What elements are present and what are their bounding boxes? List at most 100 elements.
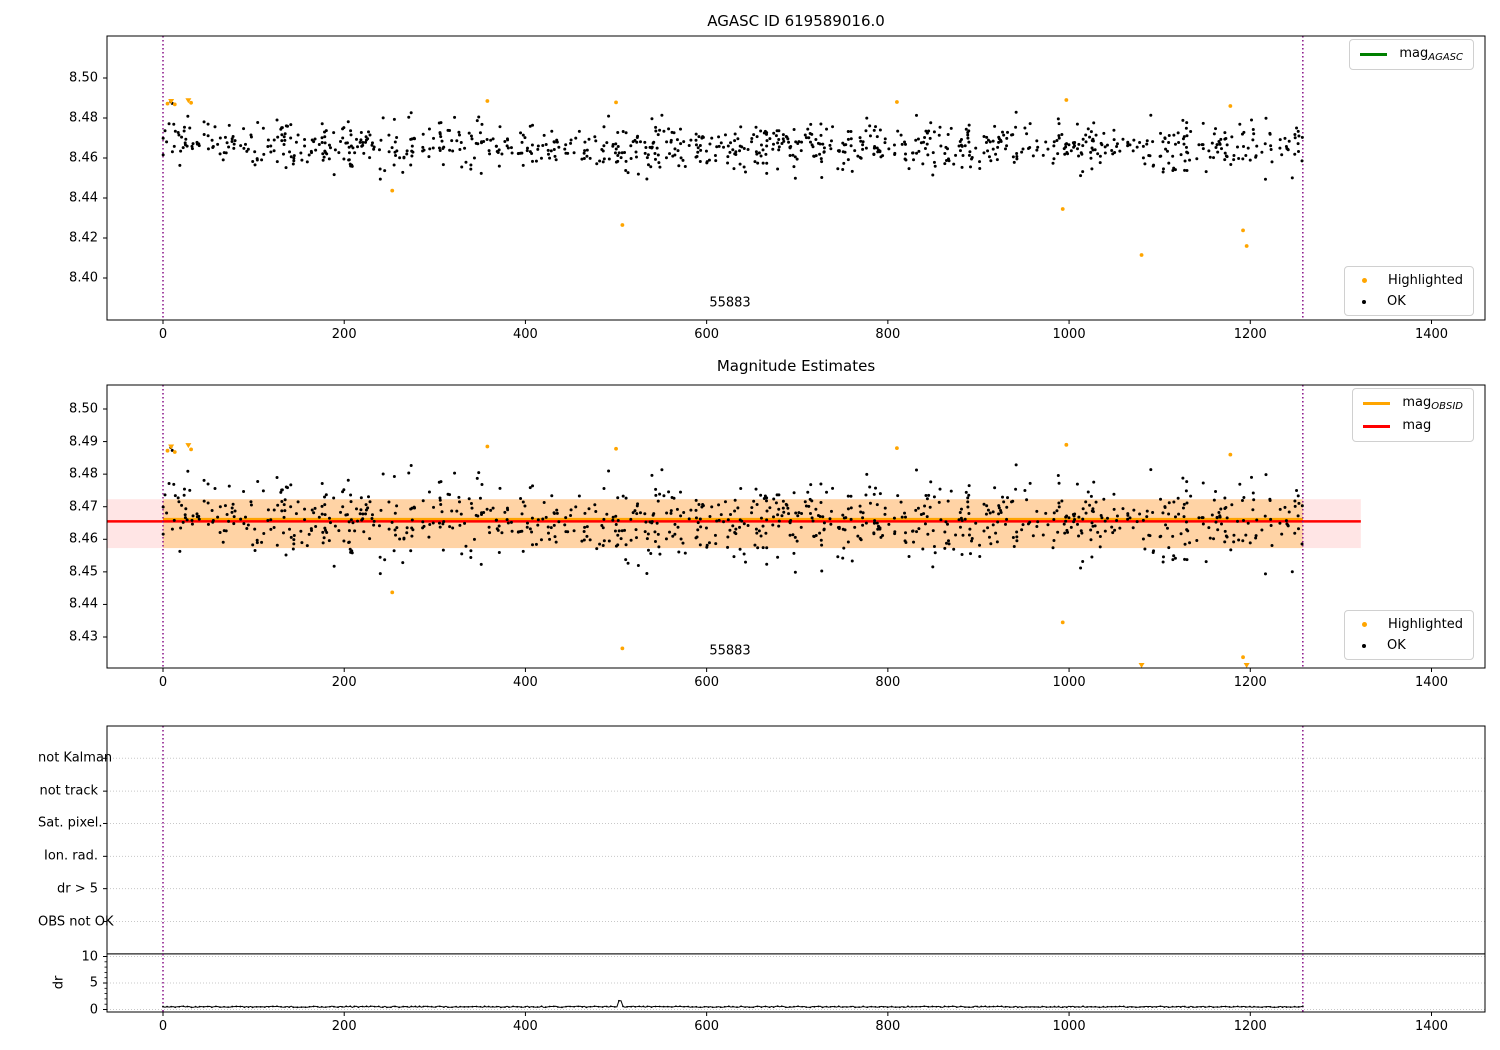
ok-point [280,126,284,130]
flags-gridlines [107,757,1485,1010]
ok-point [796,514,800,518]
ok-point [520,140,524,144]
ok-point [1077,534,1081,538]
ok-point [943,530,947,534]
ok-point [872,152,876,156]
ok-point [742,552,746,556]
ok-point [197,514,201,518]
ok-point [441,163,445,167]
ok-point [849,494,853,498]
x-tick-label: 1000 [1052,327,1086,342]
ok-point [1089,494,1093,498]
ok-point [495,527,499,531]
ok-point [232,522,236,526]
ok-point [1172,500,1176,504]
ok-point [614,514,618,518]
ok-point [1300,504,1304,508]
ok-point [1197,516,1201,520]
ok-point [327,157,331,161]
ok-point [221,158,225,162]
ok-point [1176,496,1180,500]
ok-point [598,542,602,546]
ok-point [283,138,287,142]
ok-point [864,521,868,525]
ok-point [653,530,657,534]
ok-point [761,161,765,165]
ok-point [1052,538,1056,542]
ok-point [742,522,746,526]
ok-point [534,542,538,546]
ok-point [675,507,679,511]
ok-point [333,148,337,152]
ok-point [577,129,581,133]
ok-point [643,151,647,155]
ok-point [505,137,509,141]
ok-point [359,508,363,512]
legend-row: Highlighted [1355,617,1463,632]
ok-point [453,471,457,475]
highlighted-point [1139,253,1144,257]
ok-point [574,505,578,509]
ok-point [550,129,554,133]
ok-point [728,150,732,154]
ok-point [402,155,406,159]
ok-point [427,127,431,131]
ok-point [1005,144,1009,148]
ok-point [509,146,513,150]
ok-point [339,510,343,514]
ok-point [787,512,791,516]
ok-point [694,132,698,136]
ok-point [1300,542,1304,546]
ok-point [619,156,623,160]
ok-point [266,508,270,512]
ok-point [861,523,865,527]
ok-point [960,165,964,169]
ok-point [768,506,772,510]
ok-point [1232,154,1236,158]
ok-point [1244,153,1248,157]
ok-point [1089,150,1093,154]
ok-point [954,533,958,537]
ok-point [211,144,215,148]
ok-point [1177,512,1181,516]
ok-point [1065,151,1069,155]
ok-point [968,552,972,556]
ok-point [1011,155,1015,159]
ok-point [978,160,982,164]
ok-point [1286,523,1290,527]
ok-point [372,519,376,523]
highlighted-point [172,450,177,454]
ok-point [841,513,845,517]
ok-point [1197,143,1201,147]
ok-point [505,518,509,522]
ok-point [1268,132,1272,136]
ok-point [1212,537,1216,541]
ok-point [531,123,535,127]
ok-point [1295,126,1299,130]
ok-point [958,149,962,153]
ok-point [864,493,868,497]
ok-point [1025,498,1029,502]
ok-point [900,515,904,519]
ok-point [1151,140,1155,144]
ok-point [1195,538,1199,542]
ok-point [457,133,461,137]
ok-point [379,138,383,142]
ok-point [498,486,502,490]
ok-point [879,155,883,159]
ok-point [750,137,754,141]
ok-point [242,489,246,493]
flag-category-label: Ion. rad. [44,848,98,864]
ok-point [1212,498,1216,502]
ok-point [904,540,908,544]
ok-point [225,513,229,517]
ok-point [1158,535,1162,539]
ok-point [656,133,660,137]
ok-point [807,504,811,508]
ok-point [1241,539,1245,543]
ok-point [926,532,930,536]
ok-point [820,160,824,164]
ok-point [657,161,661,165]
ok-point [957,518,961,522]
ok-point [697,503,701,507]
